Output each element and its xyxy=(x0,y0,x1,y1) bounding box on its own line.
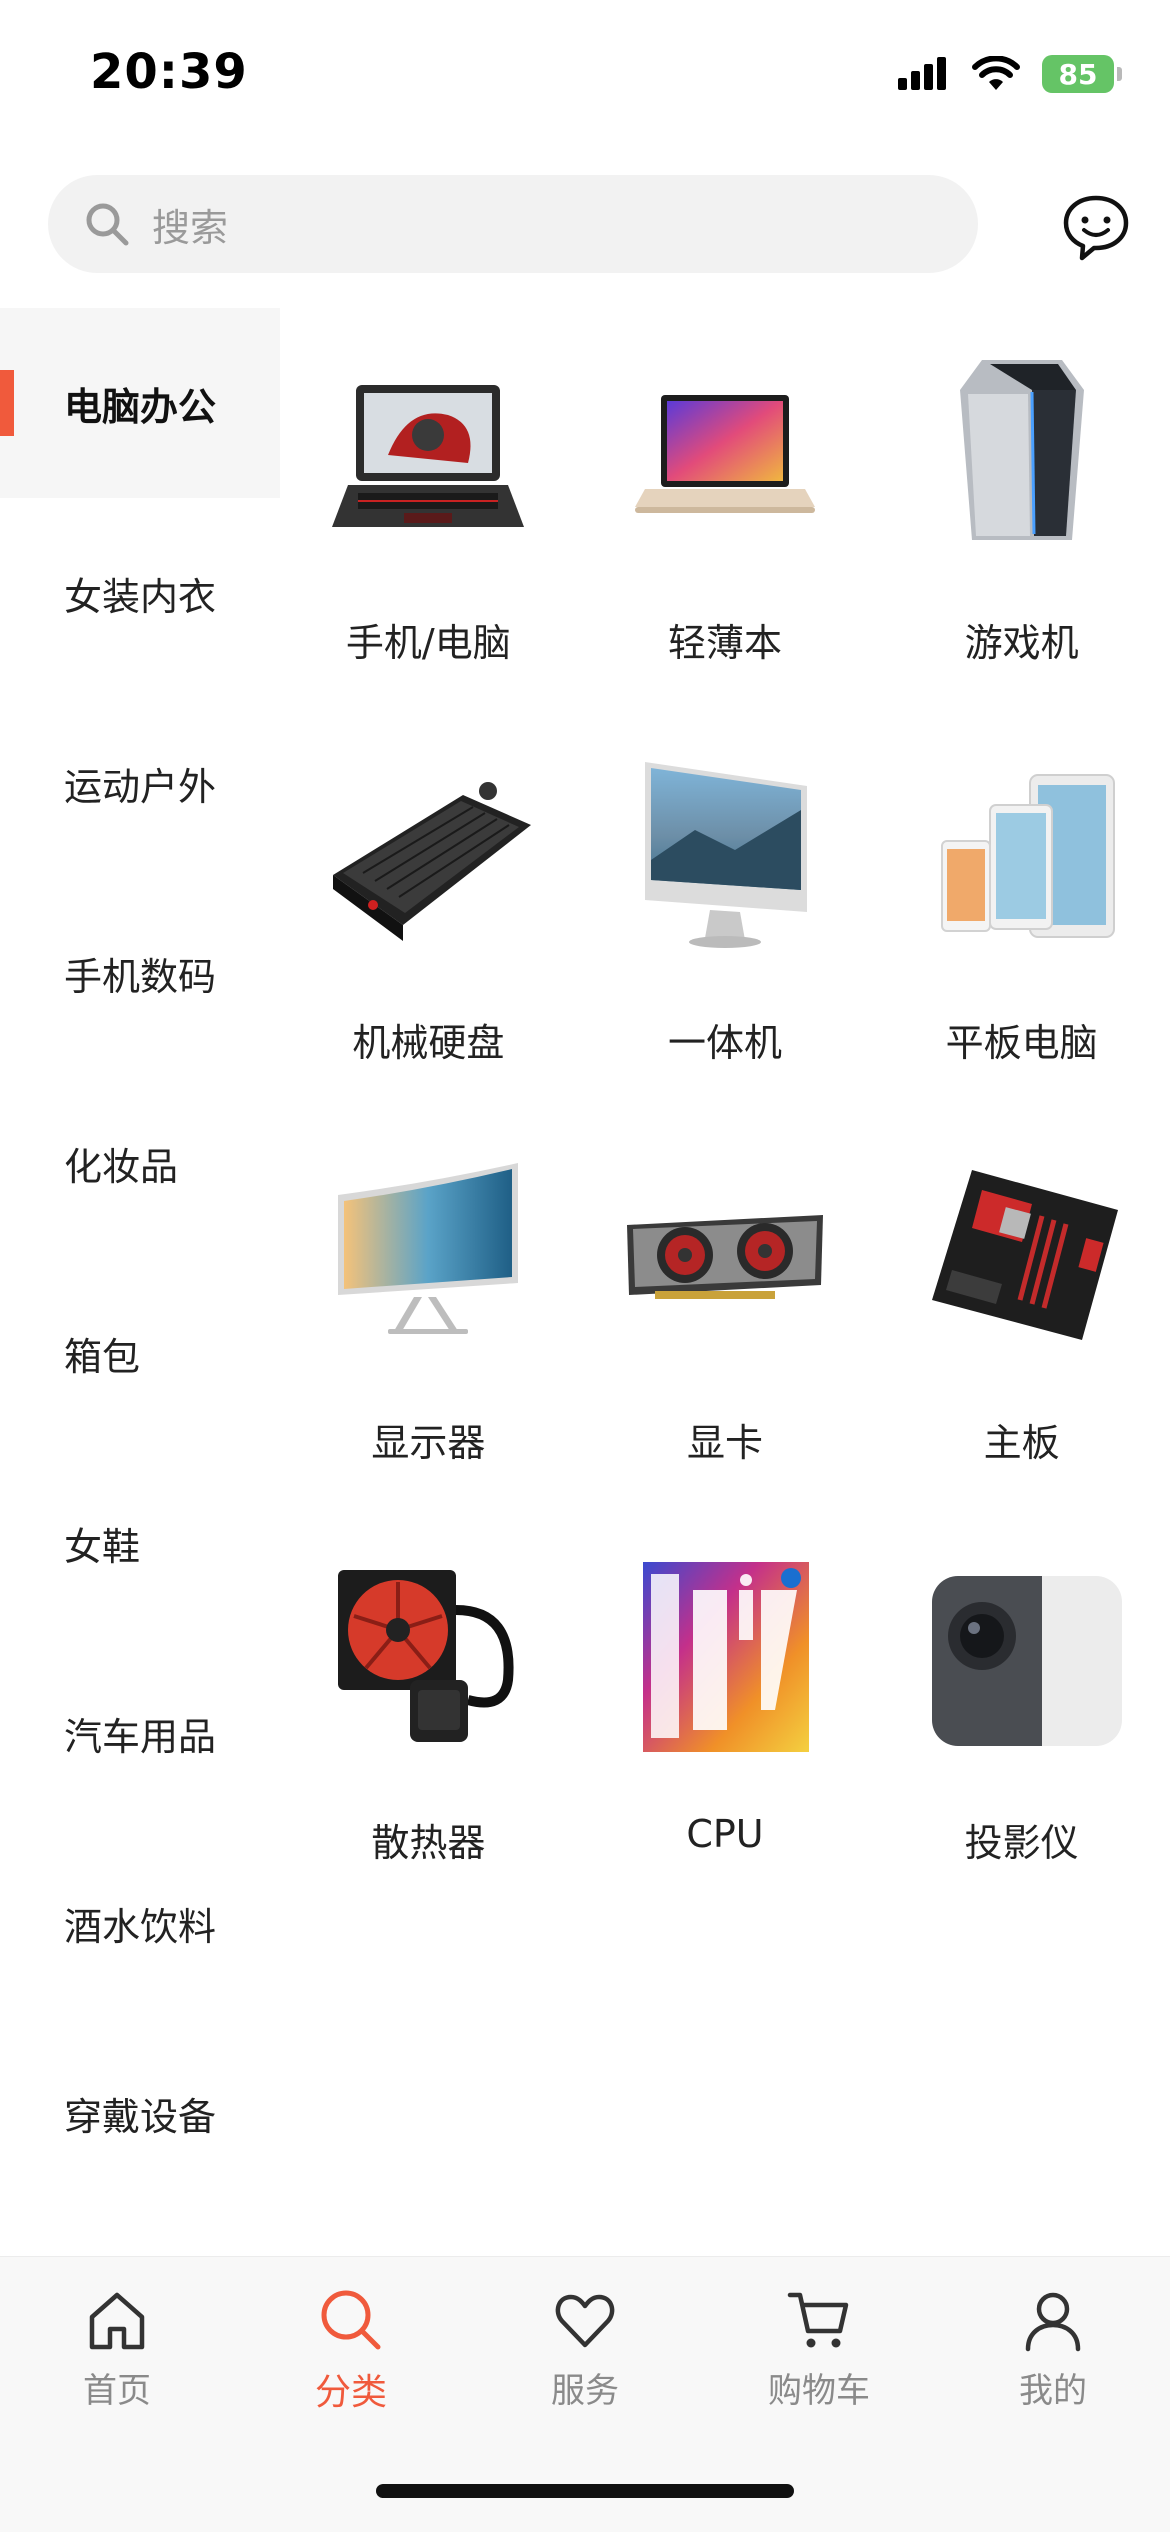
product-item[interactable]: 主板 xyxy=(873,1130,1170,1480)
category-label: 电脑办公 xyxy=(64,384,217,429)
product-label: 显示器 xyxy=(371,1421,486,1465)
category-item-bags[interactable]: 箱包 xyxy=(0,1258,280,1448)
liquid-cooler-image xyxy=(338,1570,514,1742)
product-label: 散热器 xyxy=(371,1821,486,1865)
product-label: 投影仪 xyxy=(964,1821,1079,1865)
category-item-wearables[interactable]: 穿戴设备 xyxy=(0,2018,280,2208)
product-item[interactable]: 游戏机 xyxy=(873,330,1170,680)
category-label: 化妆品 xyxy=(64,1144,179,1189)
product-label: 平板电脑 xyxy=(945,1021,1098,1065)
tablet-image xyxy=(940,774,1115,938)
category-label: 运动户外 xyxy=(64,764,217,809)
gaming-laptop-image xyxy=(332,385,525,527)
tab-label: 购物车 xyxy=(768,2371,870,2411)
category-item-car-supplies[interactable]: 汽车用品 xyxy=(0,1638,280,1828)
heart-icon xyxy=(555,2294,615,2348)
curved-monitor-image xyxy=(338,1163,519,1334)
graphics-card-image xyxy=(626,1215,823,1299)
category-item-phones-digital[interactable]: 手机数码 xyxy=(0,878,280,1068)
gaming-pc-tower-image xyxy=(959,360,1084,540)
product-item[interactable]: 手机/电脑 xyxy=(280,330,577,680)
category-item-drinks[interactable]: 酒水饮料 xyxy=(0,1828,280,2018)
category-label: 穿戴设备 xyxy=(64,2094,217,2139)
product-item[interactable]: 一体机 xyxy=(577,730,874,1080)
tab-label: 我的 xyxy=(1019,2371,1087,2411)
tab-service[interactable]: 服务 xyxy=(468,2257,702,2437)
ultrabook-image xyxy=(634,395,815,513)
product-label: 显卡 xyxy=(686,1421,763,1465)
product-label: 一体机 xyxy=(667,1021,782,1065)
status-bar: 20:39 85 xyxy=(0,0,1170,150)
search-input[interactable]: 搜索 xyxy=(48,175,978,273)
product-item[interactable]: 显示器 xyxy=(280,1130,577,1480)
product-item[interactable]: 投影仪 xyxy=(873,1530,1170,1880)
mechanical-keyboard-image xyxy=(333,782,532,941)
category-label: 女鞋 xyxy=(64,1524,141,1569)
user-icon xyxy=(1025,2292,1081,2352)
search-icon xyxy=(321,2290,381,2350)
tab-home[interactable]: 首页 xyxy=(0,2257,234,2437)
product-label: 轻薄本 xyxy=(667,621,782,665)
cellular-signal-icon xyxy=(898,57,946,90)
wifi-icon xyxy=(972,56,1020,90)
tab-label: 首页 xyxy=(83,2371,151,2411)
category-item-womens-clothing[interactable]: 女装内衣 xyxy=(0,498,280,688)
category-item-cosmetics[interactable]: 化妆品 xyxy=(0,1068,280,1258)
product-label: 游戏机 xyxy=(964,621,1079,665)
category-item-womens-shoes[interactable]: 女鞋 xyxy=(0,1448,280,1638)
product-item[interactable]: 显卡 xyxy=(577,1130,874,1480)
home-indicator[interactable] xyxy=(376,2484,794,2498)
chat-smile-icon[interactable] xyxy=(1060,192,1132,264)
all-in-one-pc-image xyxy=(644,762,807,948)
product-item[interactable]: 轻薄本 xyxy=(577,330,874,680)
product-label: 主板 xyxy=(983,1421,1060,1465)
status-time: 20:39 xyxy=(90,44,248,100)
cart-icon xyxy=(787,2292,849,2348)
search-placeholder: 搜索 xyxy=(152,205,229,250)
projector-image xyxy=(931,1576,1122,1746)
tab-label: 服务 xyxy=(551,2371,619,2411)
product-label: 手机/电脑 xyxy=(345,621,511,665)
battery-indicator: 85 xyxy=(1042,55,1122,93)
tab-label: 分类 xyxy=(314,2372,387,2413)
product-label: 机械硬盘 xyxy=(352,1021,505,1065)
product-item[interactable]: 散热器 xyxy=(280,1530,577,1880)
tab-profile[interactable]: 我的 xyxy=(936,2257,1170,2437)
home-icon xyxy=(89,2292,145,2350)
tab-cart[interactable]: 购物车 xyxy=(702,2257,936,2437)
product-item[interactable]: CPU xyxy=(577,1530,874,1880)
category-label: 女装内衣 xyxy=(64,574,217,619)
product-item[interactable]: 平板电脑 xyxy=(873,730,1170,1080)
product-label: CPU xyxy=(686,1812,764,1856)
category-label: 手机数码 xyxy=(64,954,217,999)
tab-category[interactable]: 分类 xyxy=(234,2257,468,2437)
category-label: 酒水饮料 xyxy=(64,1904,217,1949)
category-item-sports-outdoor[interactable]: 运动户外 xyxy=(0,688,280,878)
category-label: 汽车用品 xyxy=(64,1714,217,1759)
category-item-computer-office[interactable]: 电脑办公 xyxy=(0,308,280,498)
status-icons: 85 xyxy=(898,52,1122,96)
category-sidebar: 电脑办公 女装内衣 运动户外 手机数码 化妆品 箱包 女鞋 汽车用品 酒水饮料 … xyxy=(0,308,280,2208)
cpu-box-image xyxy=(642,1562,809,1752)
product-grid: 手机/电脑 轻薄本 游戏机 机械硬盘 一体机 平板电脑 显示器 显卡 主板 散热… xyxy=(280,330,1170,1880)
product-item[interactable]: 机械硬盘 xyxy=(280,730,577,1080)
category-label: 箱包 xyxy=(64,1334,141,1379)
motherboard-image xyxy=(931,1170,1118,1340)
search-icon xyxy=(86,203,129,246)
